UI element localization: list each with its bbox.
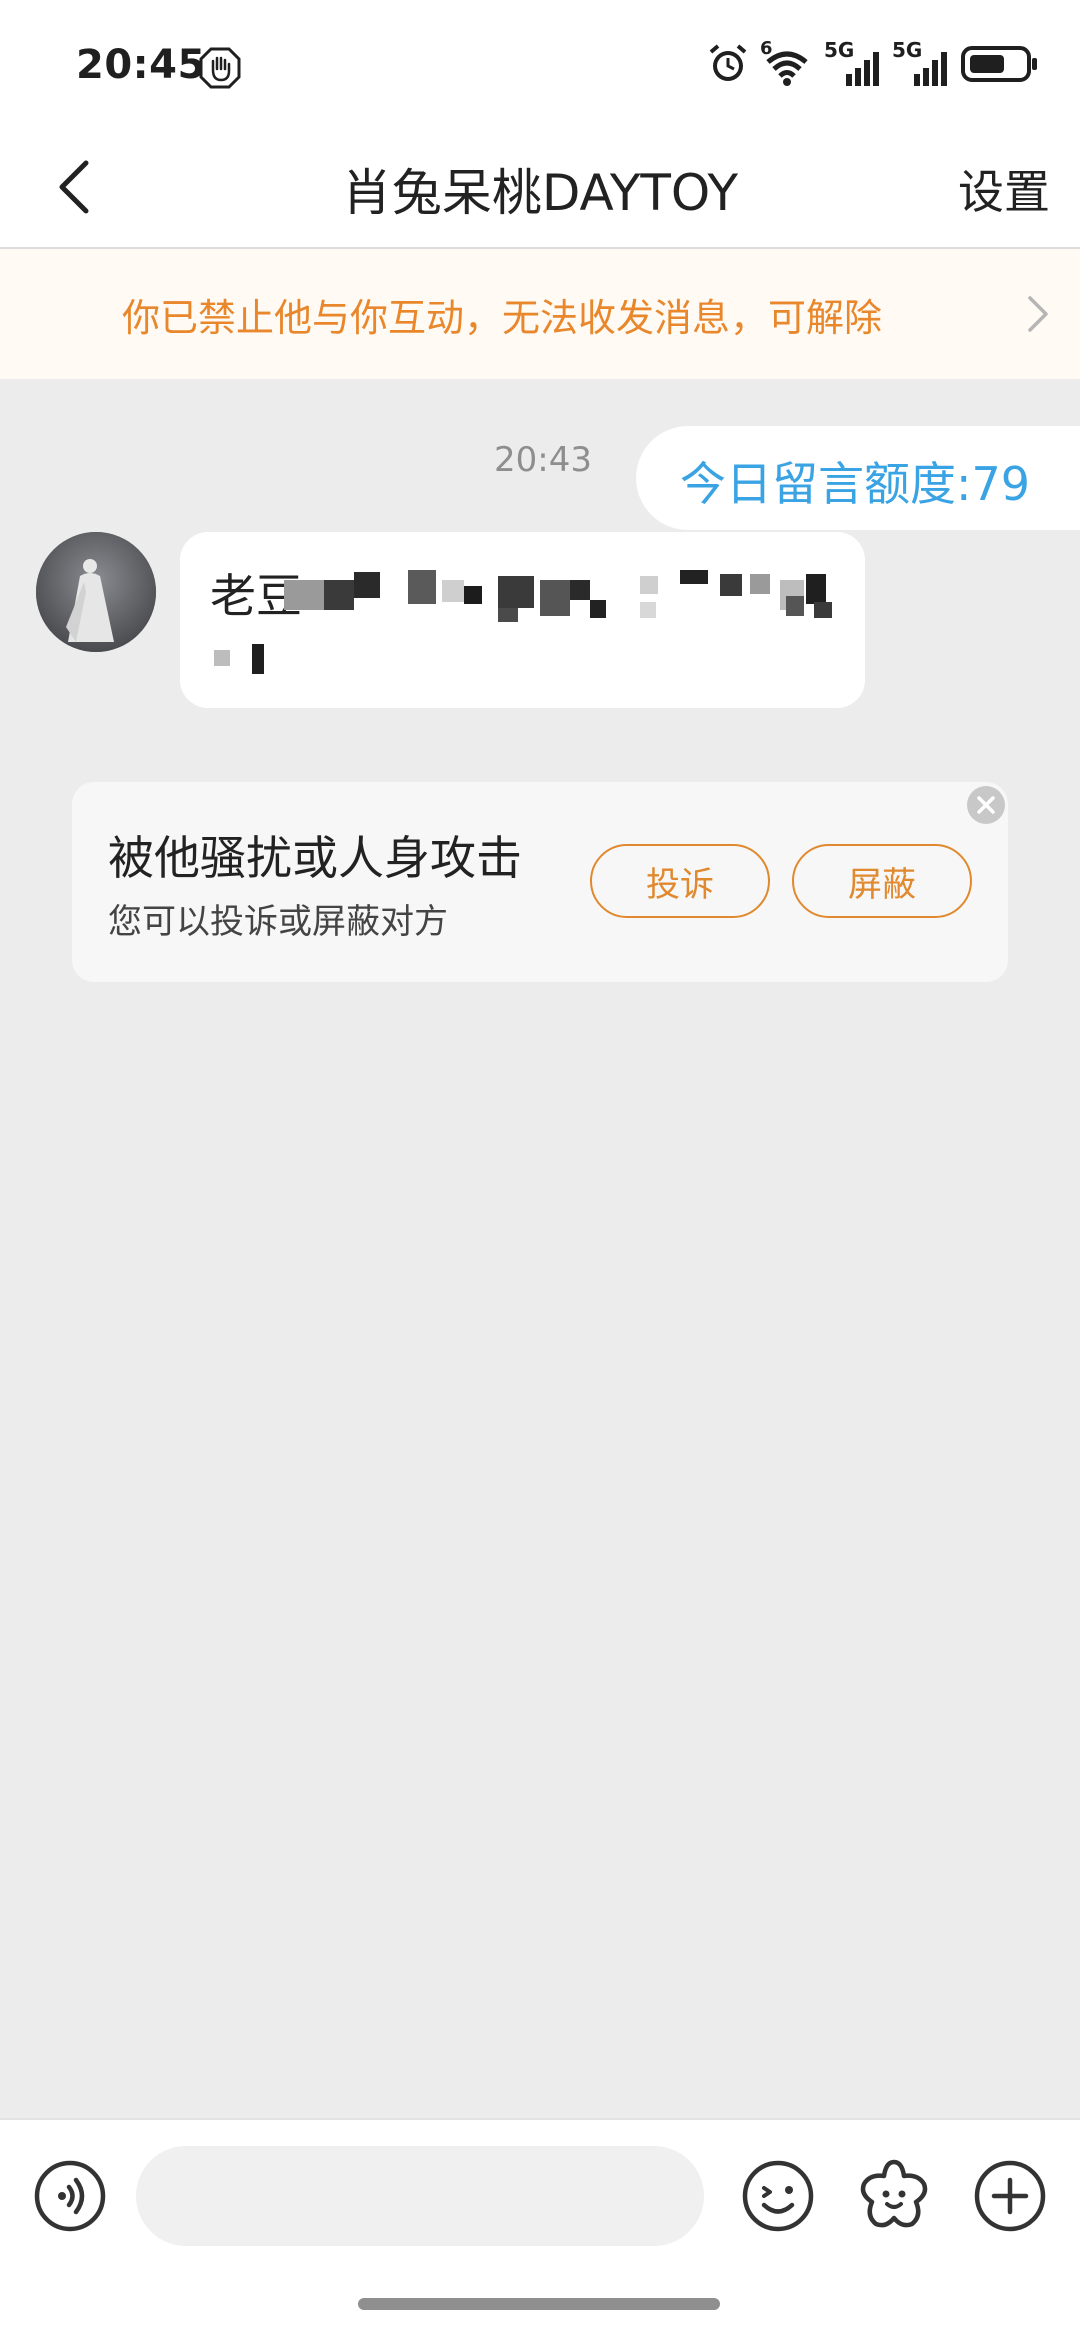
block-button[interactable]: 屏蔽 xyxy=(792,844,972,918)
message-timestamp: 20:43 xyxy=(494,440,592,480)
wifi-badge: 6 xyxy=(760,38,773,59)
avatar-image xyxy=(36,532,156,652)
harassment-card: 被他骚扰或人身攻击 您可以投诉或屏蔽对方 投诉 屏蔽 xyxy=(72,782,1008,982)
page-title: 肖兔呆桃DAYTOY xyxy=(341,163,739,222)
emoji-icon[interactable] xyxy=(740,2158,816,2234)
signal-5g-icon: 5G xyxy=(892,38,950,88)
back-button[interactable] xyxy=(30,142,120,232)
chat-header: 肖兔呆桃DAYTOY 设置 xyxy=(0,130,1080,249)
status-bar: 20:45 6 5G 5G xyxy=(0,0,1080,130)
message-input[interactable] xyxy=(136,2146,704,2246)
close-icon[interactable] xyxy=(967,786,1005,824)
avatar[interactable] xyxy=(36,532,156,652)
status-icons: 6 5G 5G xyxy=(706,38,1040,94)
signal-5g-icon: 5G xyxy=(824,38,882,88)
message-quota-badge: 今日留言额度:79 xyxy=(636,426,1080,530)
blocked-banner-text: 你已禁止他与你互动，无法收发消息，可解除 xyxy=(122,295,883,340)
plus-icon[interactable] xyxy=(972,2158,1048,2234)
chevron-left-icon xyxy=(59,160,89,214)
message-quota-text: 今日留言额度:79 xyxy=(680,457,1031,511)
redacted-mosaic xyxy=(214,570,832,674)
home-indicator[interactable] xyxy=(358,2298,720,2310)
chevron-right-icon xyxy=(1028,296,1048,332)
harassment-card-subtitle: 您可以投诉或屏蔽对方 xyxy=(108,902,448,942)
network-label-1: 5G xyxy=(824,38,855,62)
settings-button[interactable]: 设置 xyxy=(958,130,1050,247)
battery-icon xyxy=(960,42,1040,90)
hand-icon xyxy=(198,46,242,94)
incoming-message-bubble[interactable]: 老豆 xyxy=(180,532,865,708)
sticker-icon[interactable] xyxy=(856,2156,932,2232)
wifi-icon: 6 xyxy=(760,38,814,88)
status-time: 20:45 xyxy=(76,42,206,88)
complain-button[interactable]: 投诉 xyxy=(590,844,770,918)
harassment-card-title: 被他骚扰或人身攻击 xyxy=(108,831,522,885)
blocked-banner[interactable]: 你已禁止他与你互动，无法收发消息，可解除 xyxy=(0,249,1080,379)
network-label-2: 5G xyxy=(892,38,923,62)
alarm-icon xyxy=(706,42,750,90)
input-bar xyxy=(0,2118,1080,2339)
voice-icon[interactable] xyxy=(32,2158,108,2234)
